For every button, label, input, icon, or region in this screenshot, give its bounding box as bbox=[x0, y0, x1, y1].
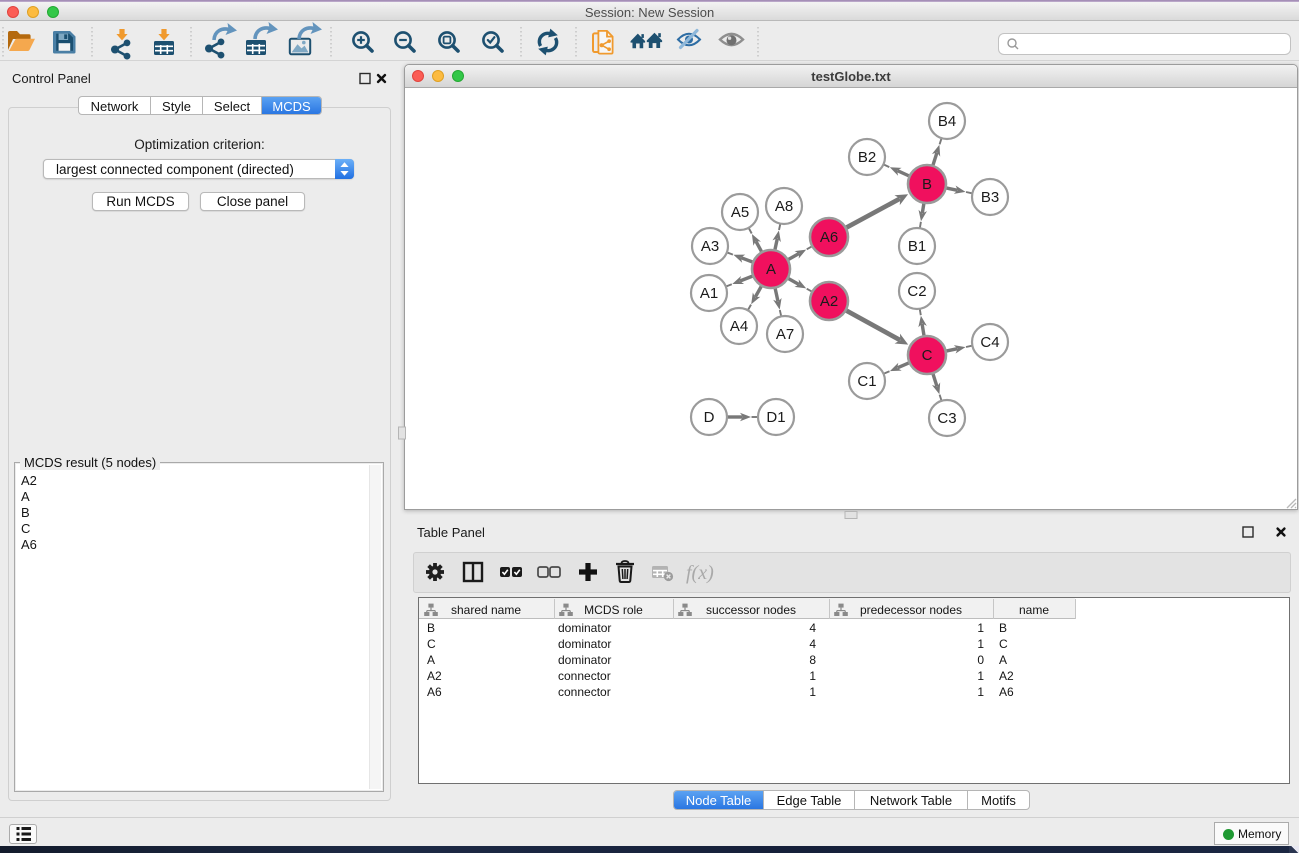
svg-text:f(x): f(x) bbox=[686, 562, 714, 584]
